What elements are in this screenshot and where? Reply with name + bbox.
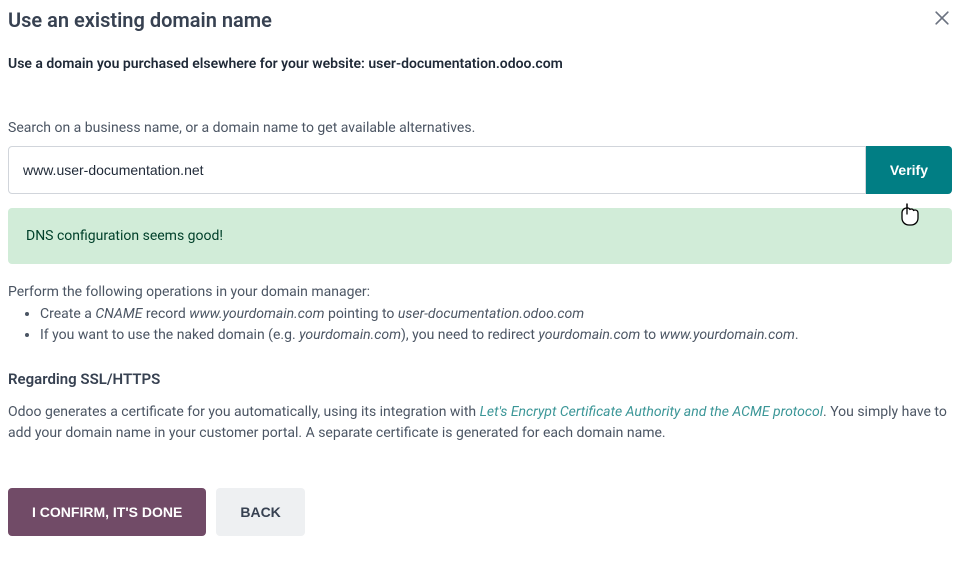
search-label: Search on a business name, or a domain n… (8, 120, 952, 136)
text: pointing to (324, 306, 397, 322)
text-em: CNAME (95, 306, 142, 322)
dialog-title: Use an existing domain name (8, 8, 272, 32)
subtitle-prefix: Use a domain you purchased elsewhere for… (8, 56, 368, 72)
text: . (795, 327, 799, 343)
text-em: www.yourdomain.com (189, 306, 324, 322)
button-row: I CONFIRM, IT'S DONE BACK (8, 488, 952, 536)
status-banner: DNS configuration seems good! (8, 208, 952, 264)
text: Odoo generates a certificate for you aut… (8, 404, 480, 420)
text-em: yourdomain.com (299, 327, 401, 343)
ssl-heading: Regarding SSL/HTTPS (8, 370, 952, 388)
list-item: Create a CNAME record www.yourdomain.com… (40, 304, 952, 325)
lets-encrypt-link[interactable]: Let's Encrypt Certificate Authority and … (480, 404, 823, 420)
instructions-list: Create a CNAME record www.yourdomain.com… (8, 304, 952, 346)
text: Create a (40, 306, 95, 322)
subtitle: Use a domain you purchased elsewhere for… (8, 56, 952, 72)
text: If you want to use the naked domain (e.g… (40, 327, 299, 343)
list-item: If you want to use the naked domain (e.g… (40, 325, 952, 346)
text: record (142, 306, 189, 322)
search-row: Verify (8, 146, 952, 194)
back-button[interactable]: BACK (216, 488, 304, 536)
close-icon[interactable] (932, 8, 952, 28)
ssl-paragraph: Odoo generates a certificate for you aut… (8, 402, 952, 444)
text-em: yourdomain.com (538, 327, 640, 343)
domain-input[interactable] (8, 146, 866, 194)
instructions-intro: Perform the following operations in your… (8, 284, 952, 300)
text: to (640, 327, 659, 343)
verify-button[interactable]: Verify (866, 146, 952, 194)
subtitle-domain: user-documentation.odoo.com (368, 56, 562, 72)
confirm-button[interactable]: I CONFIRM, IT'S DONE (8, 488, 206, 536)
text: ), you need to redirect (401, 327, 538, 343)
text-em: user-documentation.odoo.com (398, 306, 584, 322)
text-em: www.yourdomain.com (660, 327, 795, 343)
